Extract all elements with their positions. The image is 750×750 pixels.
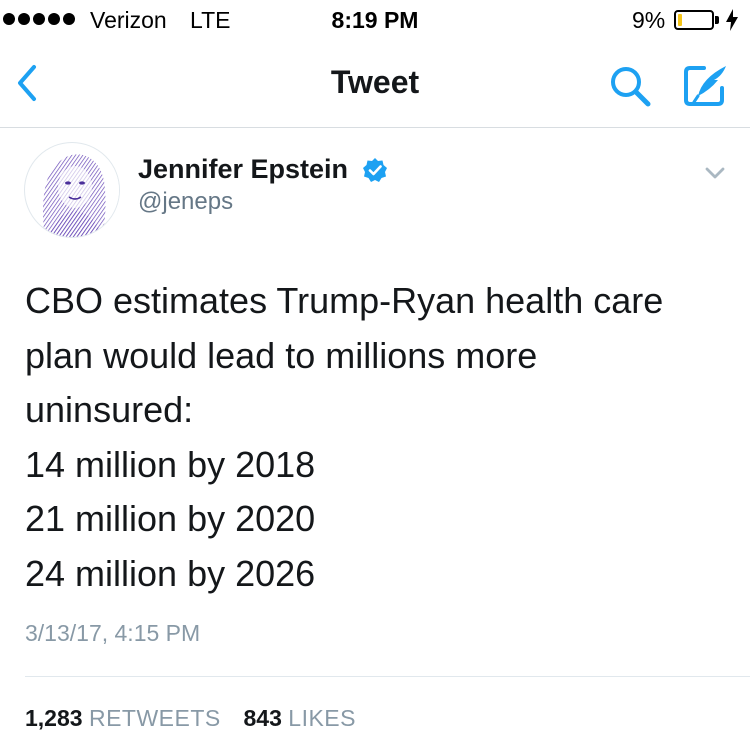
search-button[interactable] (606, 62, 654, 110)
tweet-options-button[interactable] (700, 160, 730, 186)
tweet-timestamp: 3/13/17, 4:15 PM (25, 620, 201, 646)
retweets-count[interactable]: 1,283 (25, 705, 83, 731)
divider (25, 676, 750, 677)
compose-icon (684, 66, 726, 106)
search-icon (611, 67, 651, 107)
likes-count[interactable]: 843 (244, 705, 282, 731)
navigation-bar: Tweet (0, 40, 750, 128)
author-avatar[interactable] (24, 142, 120, 238)
status-bar: Verizon LTE 8:19 PM 9% (0, 0, 750, 40)
tweet-detail-screen: Verizon LTE 8:19 PM 9% Tweet Jennifer Ep… (0, 0, 750, 750)
author-name[interactable]: Jennifer Epstein (138, 154, 348, 185)
battery-percentage: 9% (632, 7, 666, 33)
battery-level-fill (678, 14, 682, 26)
charging-bolt-icon (726, 9, 738, 31)
author-handle[interactable]: @jeneps (138, 188, 233, 216)
compose-tweet-button[interactable] (682, 62, 730, 110)
tweet-stats: 1,283 RETWEETS 843 LIKES (25, 705, 356, 732)
battery-icon (674, 10, 714, 30)
battery-cap (715, 16, 719, 24)
tweet-text: CBO estimates Trump-Ryan health care pla… (25, 280, 664, 594)
likes-label[interactable]: LIKES (288, 705, 356, 731)
retweets-label[interactable]: RETWEETS (89, 705, 221, 731)
avatar-portrait-image (26, 144, 119, 237)
chevron-down-icon (705, 167, 725, 179)
verified-badge-icon (363, 158, 387, 182)
